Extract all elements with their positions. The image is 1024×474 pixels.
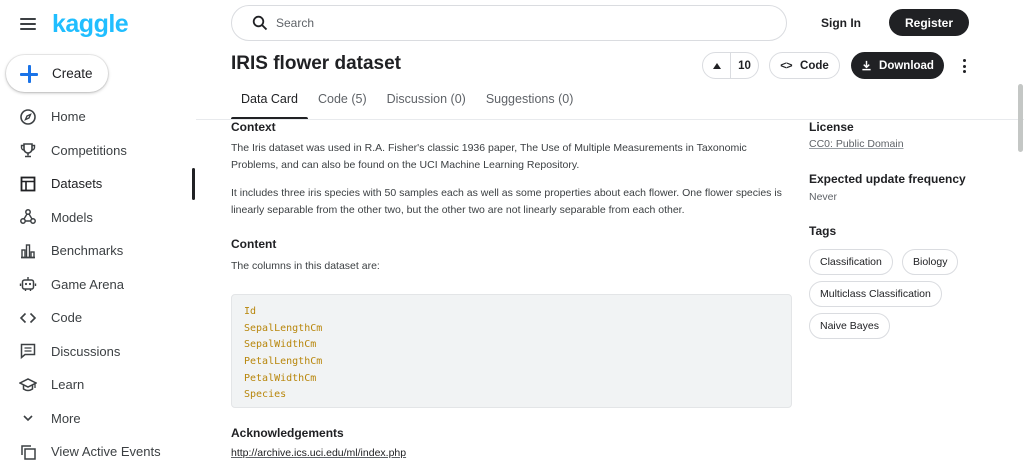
- bar-chart-icon: [19, 242, 37, 260]
- copy-icon: [19, 443, 37, 461]
- sidebar-item-label: Game Arena: [51, 276, 124, 292]
- compass-icon: [19, 108, 37, 126]
- page-title: IRIS flower dataset: [231, 53, 401, 74]
- sign-in-button[interactable]: Sign In: [812, 9, 870, 36]
- code-icon: [19, 309, 37, 327]
- logo-row: kaggle: [20, 10, 129, 39]
- tab-bar: Data Card Code (5) Discussion (0) Sugges…: [231, 92, 583, 120]
- sidebar-item-label: Benchmarks: [51, 243, 124, 259]
- sidebar-item-label: Home: [51, 109, 86, 125]
- search-icon: [252, 15, 268, 31]
- code-button-label: Code: [800, 59, 829, 72]
- download-button[interactable]: Download: [851, 52, 944, 79]
- more-options-icon[interactable]: [957, 57, 971, 75]
- tab-discussion[interactable]: Discussion (0): [377, 92, 476, 120]
- download-button-label: Download: [879, 59, 934, 72]
- sidebar-item-label: Models: [51, 209, 93, 225]
- sidebar-item-label: Datasets: [51, 176, 103, 192]
- upvote-button[interactable]: [703, 52, 731, 79]
- create-button[interactable]: Create: [6, 55, 108, 92]
- search-input[interactable]: Search: [231, 5, 787, 41]
- models-icon: [19, 208, 37, 226]
- sidebar-item-competitions[interactable]: Competitions: [0, 134, 196, 168]
- create-button-label: Create: [52, 66, 93, 81]
- sidebar-item-label: Code: [51, 310, 83, 326]
- code-line: Species: [244, 389, 287, 401]
- code-block: Id SepalLengthCm SepalWidthCm PetalLengt…: [231, 294, 792, 408]
- code-icon: <>: [780, 59, 793, 72]
- update-frequency-value: Never: [809, 191, 838, 203]
- tab-code[interactable]: Code (5): [308, 92, 377, 120]
- tag-chip[interactable]: Naive Bayes: [809, 313, 890, 339]
- plus-icon: [19, 64, 39, 84]
- sidebar-item-label: Competitions: [51, 142, 127, 158]
- context-heading: Context: [231, 120, 276, 134]
- code-line: SepalWidthCm: [244, 339, 317, 351]
- content-heading: Content: [231, 237, 277, 251]
- tab-suggestions[interactable]: Suggestions (0): [476, 92, 584, 120]
- comment-icon: [19, 342, 37, 360]
- code-line: Id: [244, 306, 257, 317]
- code-line: PetalLengthCm: [244, 356, 323, 368]
- sidebar-item-home[interactable]: Home: [0, 100, 196, 134]
- tab-data-card[interactable]: Data Card: [231, 92, 308, 120]
- code-line: SepalLengthCm: [244, 322, 323, 334]
- acknowledgements-link[interactable]: http://archive.ics.uci.edu/ml/index.php: [231, 447, 406, 459]
- acknowledgements-heading: Acknowledgements: [231, 426, 344, 440]
- trophy-icon: [19, 141, 37, 159]
- sidebar-item-label: Discussions: [51, 343, 121, 359]
- context-paragraph-2: It includes three iris species with 50 s…: [231, 187, 782, 216]
- sidebar-item-code[interactable]: Code: [0, 301, 196, 335]
- code-line: PetalWidthCm: [244, 372, 317, 384]
- sidebar-item-models[interactable]: Models: [0, 201, 196, 235]
- tag-chip[interactable]: Biology: [902, 249, 959, 275]
- table-icon: [19, 175, 37, 193]
- sidebar-item-datasets[interactable]: Datasets: [0, 167, 196, 201]
- kaggle-logo[interactable]: kaggle: [52, 10, 129, 39]
- update-frequency-heading: Expected update frequency: [809, 172, 966, 186]
- search-placeholder: Search: [276, 16, 315, 30]
- sidebar-item-label: More: [51, 410, 81, 426]
- license-heading: License: [809, 120, 854, 134]
- sidebar-item-discussions[interactable]: Discussions: [0, 335, 196, 369]
- tags-heading: Tags: [809, 224, 837, 238]
- sidebar-item-label: View Active Events: [51, 444, 161, 460]
- sidebar-item-more[interactable]: More: [0, 402, 196, 436]
- robot-icon: [19, 275, 37, 293]
- hamburger-menu-icon[interactable]: [20, 18, 36, 30]
- sidebar-item-benchmarks[interactable]: Benchmarks: [0, 234, 196, 268]
- context-paragraph-1: The Iris dataset was used in R.A. Fisher…: [231, 142, 747, 171]
- chevron-down-icon: [19, 409, 37, 427]
- vote-count: 10: [738, 59, 751, 72]
- sidebar-item-learn[interactable]: Learn: [0, 368, 196, 402]
- upvote-widget: 10: [702, 52, 759, 79]
- license-link[interactable]: CC0: Public Domain: [809, 138, 904, 150]
- sidebar-item-game-arena[interactable]: Game Arena: [0, 268, 196, 302]
- sidebar: kaggle Create Home Competitions Datasets: [0, 0, 196, 474]
- scrollbar-thumb[interactable]: [1018, 84, 1023, 152]
- code-button[interactable]: <> Code: [769, 52, 840, 79]
- sidebar-item-view-active-events[interactable]: View Active Events: [0, 435, 196, 469]
- sidebar-item-label: Learn: [51, 377, 85, 393]
- tag-chip[interactable]: Classification: [809, 249, 893, 275]
- sidebar-nav: Home Competitions Datasets Models Benchm…: [0, 100, 196, 469]
- tabs-divider: [196, 119, 1024, 120]
- graduation-cap-icon: [19, 376, 37, 394]
- register-button[interactable]: Register: [889, 9, 969, 36]
- page-scrollbar[interactable]: [1016, 0, 1024, 474]
- tag-chip[interactable]: Multiclass Classification: [809, 281, 942, 307]
- triangle-up-icon: [712, 62, 721, 69]
- download-icon: [862, 60, 871, 71]
- content-paragraph: The columns in this dataset are:: [231, 260, 380, 272]
